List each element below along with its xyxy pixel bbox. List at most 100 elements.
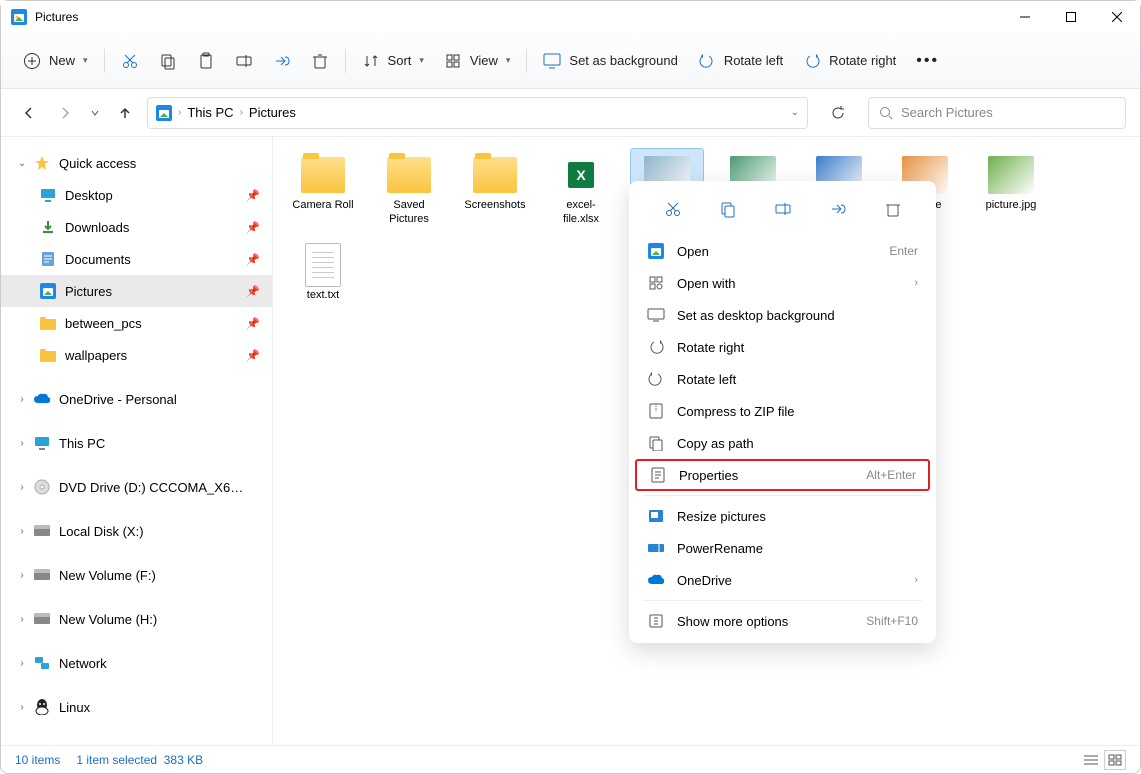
- share-button[interactable]: [263, 43, 301, 79]
- ctx-share-button[interactable]: [822, 193, 854, 225]
- ctx-onedrive[interactable]: OneDrive›: [635, 564, 930, 596]
- ctx-power-rename[interactable]: PowerRename: [635, 532, 930, 564]
- delete-button[interactable]: [301, 43, 339, 79]
- file-item[interactable]: picture.jpg: [975, 149, 1047, 231]
- file-name: Saved Pictures: [377, 199, 441, 227]
- address-bar[interactable]: › This PC › Pictures ⌄: [147, 97, 808, 129]
- crumb-sep: ›: [178, 107, 181, 118]
- navbar: › This PC › Pictures ⌄ Search Pictures: [1, 89, 1140, 137]
- chevron-right-icon: ›: [15, 702, 29, 713]
- maximize-button[interactable]: [1048, 1, 1094, 33]
- image-icon: [647, 242, 665, 260]
- rotate-right-icon: [647, 338, 665, 356]
- cut-icon: [121, 52, 139, 70]
- titlebar: Pictures: [1, 1, 1140, 33]
- resize-icon: [647, 507, 665, 525]
- view-button[interactable]: View ▾: [434, 43, 520, 79]
- up-button[interactable]: [111, 99, 139, 127]
- chevron-right-icon: ›: [914, 277, 918, 289]
- rename-button[interactable]: [225, 43, 263, 79]
- pin-icon: 📌: [246, 253, 260, 266]
- pin-icon: 📌: [246, 221, 260, 234]
- ctx-resize-pictures[interactable]: Resize pictures: [635, 500, 930, 532]
- ctx-rotate-left[interactable]: Rotate left: [635, 363, 930, 395]
- ctx-rotate-right[interactable]: Rotate right: [635, 331, 930, 363]
- rotate-right-button[interactable]: Rotate right: [793, 43, 906, 79]
- new-label: New: [49, 53, 75, 68]
- minimize-button[interactable]: [1002, 1, 1048, 33]
- star-icon: [33, 154, 51, 172]
- download-icon: [39, 218, 57, 236]
- file-item[interactable]: text.txt: [287, 239, 359, 307]
- breadcrumb-root[interactable]: This PC: [187, 105, 233, 120]
- recent-button[interactable]: [87, 99, 103, 127]
- desktop-icon: [39, 186, 57, 204]
- sidebar-item-desktop[interactable]: Desktop📌: [1, 179, 272, 211]
- file-item[interactable]: Saved Pictures: [373, 149, 445, 231]
- sidebar-dvd[interactable]: ›DVD Drive (D:) CCCOMA_X64FRE_EN-US: [1, 471, 272, 503]
- file-name: picture.jpg: [986, 199, 1037, 213]
- chevron-right-icon: ›: [15, 614, 29, 625]
- forward-button[interactable]: [51, 99, 79, 127]
- details-view-button[interactable]: [1080, 750, 1102, 770]
- file-item[interactable]: Xexcel-file.xlsx: [545, 149, 617, 231]
- rotate-left-icon: [698, 52, 716, 70]
- sort-button[interactable]: Sort ▾: [352, 43, 434, 79]
- sidebar-linux[interactable]: ›Linux: [1, 691, 272, 723]
- background-icon: [543, 52, 561, 70]
- chevron-right-icon: ›: [914, 574, 918, 586]
- copy-button[interactable]: [149, 43, 187, 79]
- ctx-cut-button[interactable]: [657, 193, 689, 225]
- ctx-compress-zip[interactable]: Compress to ZIP file: [635, 395, 930, 427]
- ctx-properties[interactable]: PropertiesAlt+Enter: [635, 459, 930, 491]
- ctx-open[interactable]: OpenEnter: [635, 235, 930, 267]
- cut-button[interactable]: [111, 43, 149, 79]
- copy-path-icon: [647, 434, 665, 452]
- sidebar-item-between-pcs[interactable]: between_pcs📌: [1, 307, 272, 339]
- sidebar-quick-access[interactable]: ⌄ Quick access: [1, 147, 272, 179]
- sidebar-item-downloads[interactable]: Downloads📌: [1, 211, 272, 243]
- sidebar-volume-f[interactable]: ›New Volume (F:): [1, 559, 272, 591]
- crumb-sep: ›: [240, 107, 243, 118]
- chevron-down-icon[interactable]: ⌄: [791, 107, 799, 118]
- sidebar-this-pc[interactable]: ›This PC: [1, 427, 272, 459]
- icons-view-button[interactable]: [1104, 750, 1126, 770]
- rotate-left-button[interactable]: Rotate left: [688, 43, 793, 79]
- more-button[interactable]: •••: [906, 43, 949, 79]
- breadcrumb-current[interactable]: Pictures: [249, 105, 296, 120]
- close-button[interactable]: [1094, 1, 1140, 33]
- txt-icon: [297, 243, 349, 287]
- ctx-delete-button[interactable]: [877, 193, 909, 225]
- ctx-copy-path[interactable]: Copy as path: [635, 427, 930, 459]
- quick-access-label: Quick access: [59, 156, 136, 171]
- sidebar-onedrive[interactable]: ›OneDrive - Personal: [1, 383, 272, 415]
- refresh-button[interactable]: [824, 99, 852, 127]
- ctx-show-more[interactable]: Show more optionsShift+F10: [635, 605, 930, 637]
- back-button[interactable]: [15, 99, 43, 127]
- sidebar-item-pictures[interactable]: Pictures📌: [1, 275, 272, 307]
- sidebar-local-disk-x[interactable]: ›Local Disk (X:): [1, 515, 272, 547]
- new-button[interactable]: New ▾: [13, 43, 98, 79]
- search-box[interactable]: Search Pictures: [868, 97, 1126, 129]
- paste-button[interactable]: [187, 43, 225, 79]
- file-name: Screenshots: [464, 199, 525, 213]
- chevron-down-icon: ▾: [83, 55, 88, 66]
- context-menu: OpenEnter Open with› Set as desktop back…: [629, 181, 936, 643]
- image-icon: [985, 153, 1037, 197]
- sidebar-network[interactable]: ›Network: [1, 647, 272, 679]
- rename-icon: [235, 52, 253, 70]
- sort-label: Sort: [388, 53, 412, 68]
- sidebar-item-wallpapers[interactable]: wallpapers📌: [1, 339, 272, 371]
- ctx-copy-button[interactable]: [712, 193, 744, 225]
- sidebar-volume-h[interactable]: ›New Volume (H:): [1, 603, 272, 635]
- set-background-button[interactable]: Set as background: [533, 43, 687, 79]
- ctx-rename-button[interactable]: [767, 193, 799, 225]
- ctx-set-desktop[interactable]: Set as desktop background: [635, 299, 930, 331]
- disc-icon: [33, 478, 51, 496]
- sidebar-item-documents[interactable]: Documents📌: [1, 243, 272, 275]
- ctx-open-with[interactable]: Open with›: [635, 267, 930, 299]
- file-item[interactable]: Camera Roll: [287, 149, 359, 231]
- properties-icon: [649, 466, 667, 484]
- view-icon: [444, 52, 462, 70]
- file-item[interactable]: Screenshots: [459, 149, 531, 231]
